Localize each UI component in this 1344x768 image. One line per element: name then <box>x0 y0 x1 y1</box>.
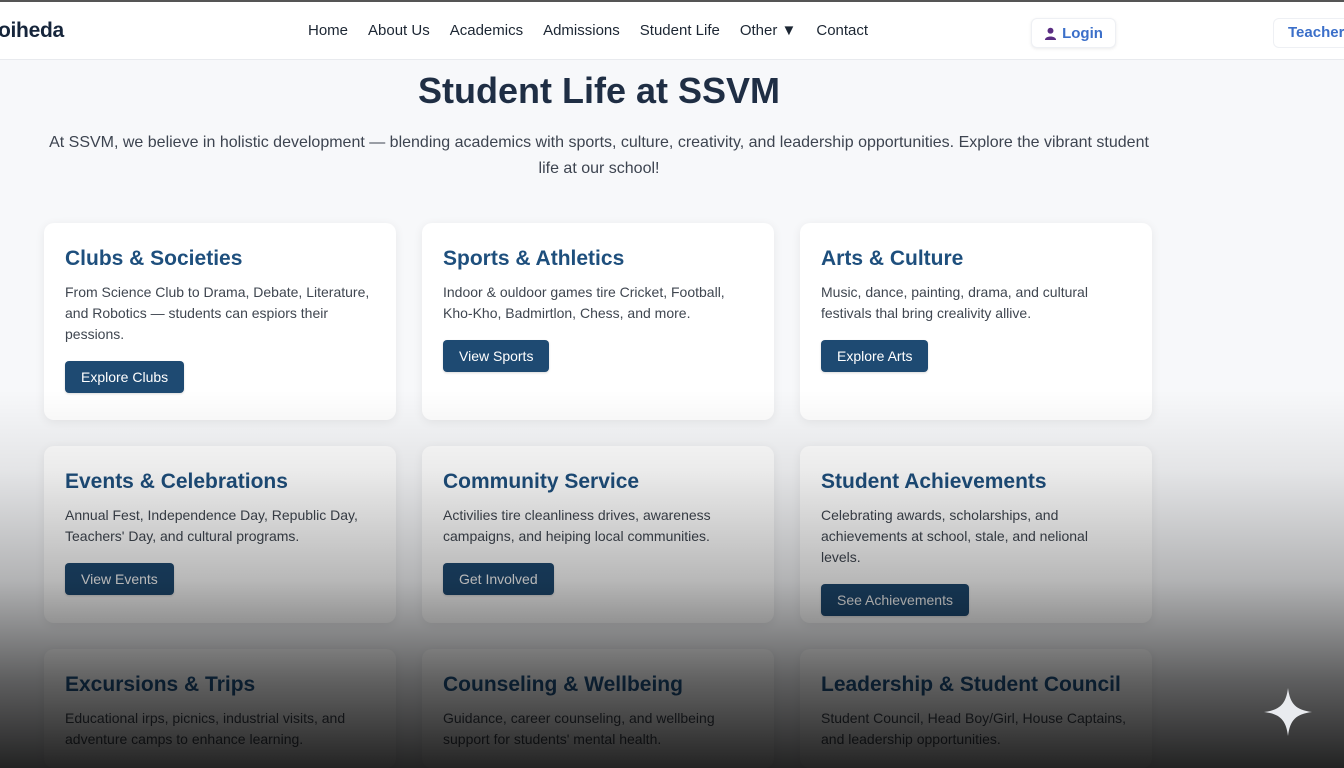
nav-student-life[interactable]: Student Life <box>640 22 720 39</box>
nav-academics[interactable]: Academics <box>450 22 523 39</box>
card-title: Counseling & Wellbeing <box>443 673 683 696</box>
card-title: Clubs & Societies <box>65 247 243 270</box>
view-events-button[interactable]: View Events <box>65 563 174 595</box>
card-text: Activilies tire cleanliness drives, awar… <box>443 507 711 544</box>
card-text: Educational irps, picnics, industrial vi… <box>65 710 346 747</box>
card-leadership-student-council: Leadership & Student Council Student Cou… <box>800 649 1152 768</box>
nav-contact[interactable]: Contact <box>816 22 868 39</box>
user-icon <box>1045 27 1057 40</box>
card-student-achievements: Student Achievements Celebrating awards,… <box>800 446 1152 623</box>
card-community-service: Community Service Activilies tire cleanl… <box>422 446 774 623</box>
card-text: Music, dance, painting, drama, and cultu… <box>821 284 1088 321</box>
top-navbar: oiheda Home About Us Academics Admission… <box>0 0 1344 60</box>
nav-other-dropdown[interactable]: Other ▼ <box>740 22 797 39</box>
nav-home[interactable]: Home <box>308 22 348 39</box>
card-text: From Science Club to Drama, Debate, Lite… <box>65 284 370 342</box>
sparkle-icon[interactable] <box>1262 686 1314 738</box>
intro-text: At SSVM, we believe in holistic developm… <box>49 134 1149 177</box>
page-title: Student Life at SSVM <box>417 70 781 111</box>
card-title: Student Achievements <box>821 470 1047 493</box>
see-achievements-button[interactable]: See Achievements <box>821 584 969 616</box>
card-title: Excursions & Trips <box>65 673 256 696</box>
card-events-celebrations: Events & Celebrations Annual Fest, Indep… <box>44 446 396 623</box>
card-title: Community Service <box>443 470 640 493</box>
card-text: Indoor & ouldoor games tire Cricket, Foo… <box>443 284 725 321</box>
explore-arts-button[interactable]: Explore Arts <box>821 340 929 372</box>
view-sports-button[interactable]: View Sports <box>443 340 550 372</box>
login-label: Login <box>1062 24 1103 42</box>
nav-about-us[interactable]: About Us <box>368 22 430 39</box>
card-title: Sports & Athletics <box>443 247 625 270</box>
explore-clubs-button[interactable]: Explore Clubs <box>65 361 185 393</box>
get-involved-button[interactable]: Get Involved <box>443 563 554 595</box>
teacher-button[interactable]: Teacher <box>1273 18 1344 48</box>
card-clubs-societies: Clubs & Societies From Science Club to D… <box>44 223 396 420</box>
card-text: Student Council, Head Boy/Girl, House Ca… <box>821 710 1127 747</box>
nav-admissions[interactable]: Admissions <box>543 22 620 39</box>
card-title: Arts & Culture <box>821 247 964 270</box>
brand-logo-text[interactable]: oiheda <box>0 19 64 43</box>
login-button[interactable]: Login <box>1031 18 1116 48</box>
card-text: Annual Fest, Independence Day, Republic … <box>65 507 358 544</box>
card-title: Leadership & Student Council <box>821 673 1121 696</box>
main-nav: Home About Us Academics Admissions Stude… <box>308 22 888 39</box>
card-counseling-wellbeing: Counseling & Wellbeing Guidance, career … <box>422 649 774 768</box>
card-text: Guidance, career counseling, and wellbei… <box>443 710 715 747</box>
card-sports-athletics: Sports & Athletics Indoor & ouldoor game… <box>422 223 774 420</box>
card-arts-culture: Arts & Culture Music, dance, painting, d… <box>800 223 1152 420</box>
card-excursions-trips: Excursions & Trips Educational irps, pic… <box>44 649 396 768</box>
card-text: Celebrating awards, scholarships, and ac… <box>821 507 1088 565</box>
card-title: Events & Celebrations <box>65 470 288 493</box>
